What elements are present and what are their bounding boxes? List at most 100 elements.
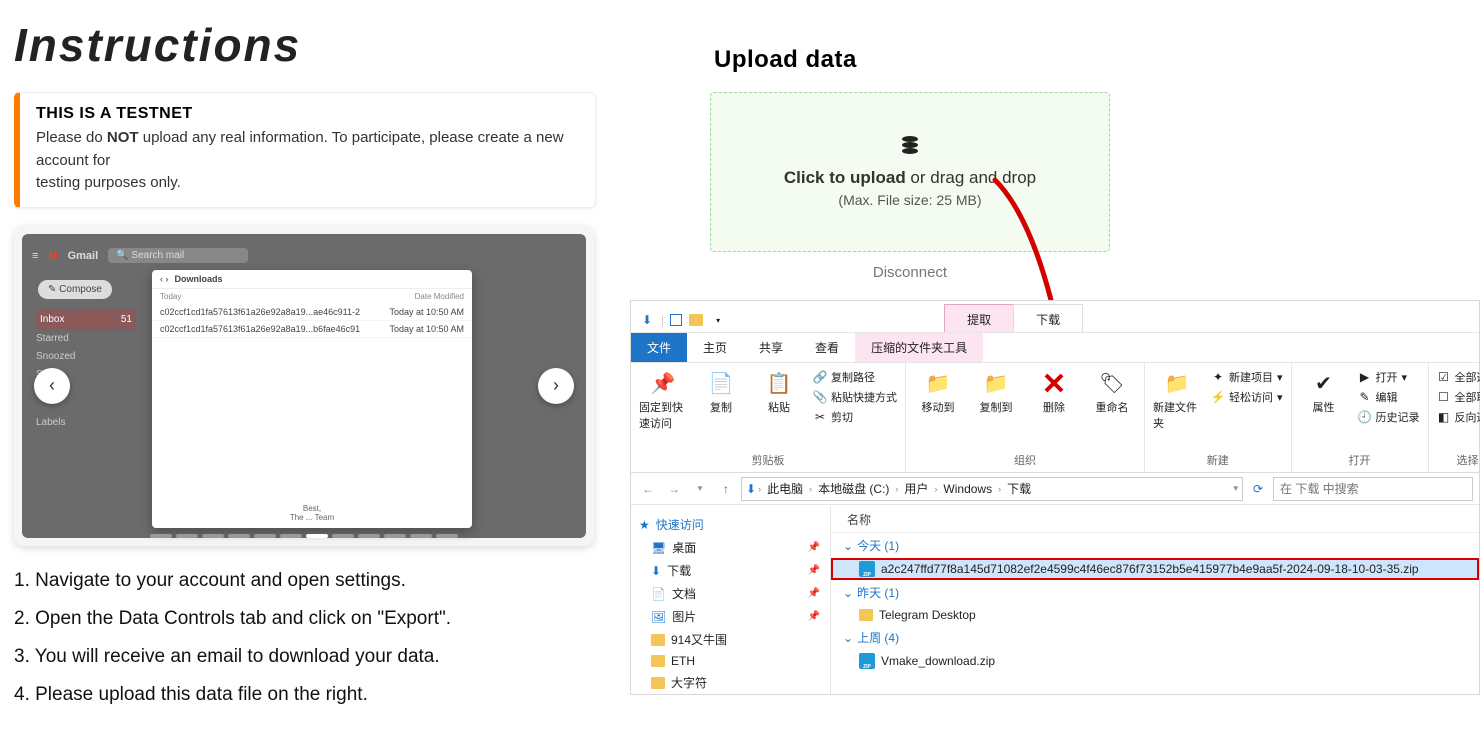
ribbon-select-all[interactable]: ☑全部选择 <box>1437 369 1480 385</box>
ribbon-properties[interactable]: ✔属性 <box>1300 367 1348 415</box>
file-name: Telegram Desktop <box>879 608 976 622</box>
alert-body: Please do NOT upload any real informatio… <box>36 127 579 195</box>
ribbon-new-item[interactable]: ✦新建项目 ▾ <box>1211 369 1283 385</box>
ribbon-cut[interactable]: ✂剪切 <box>813 409 897 425</box>
menu-view[interactable]: 查看 <box>799 333 855 362</box>
ribbon-new-folder[interactable]: 📁新建文件夹 <box>1153 367 1201 431</box>
nav-quick-access[interactable]: ★快速访问 <box>631 513 830 536</box>
explorer-search-input[interactable] <box>1273 477 1473 501</box>
nav-pictures[interactable]: 🖼图片📌 <box>631 605 830 628</box>
menu-share[interactable]: 共享 <box>743 333 799 362</box>
nav-downloads[interactable]: ⬇下载📌 <box>631 559 830 582</box>
ribbon-pin-button[interactable]: 📌固定到快速访问 <box>639 367 687 431</box>
pin-icon: 📌 <box>808 611 820 622</box>
ribbon-group-clipboard: 剪贴板 <box>639 450 897 470</box>
copy-icon: 📄 <box>707 369 735 397</box>
dropzone-limit: (Max. File size: 25 MB) <box>838 192 981 208</box>
crumb-users[interactable]: 用户 <box>900 480 932 497</box>
column-header-name[interactable]: 名称 <box>831 507 1479 533</box>
star-icon: ★ <box>639 518 650 532</box>
chevron-down-icon: ⌄ <box>843 586 853 600</box>
invert-icon: ◧ <box>1437 410 1451 424</box>
nav-folder-3[interactable]: 大字符 <box>631 671 830 694</box>
file-name: Vmake_download.zip <box>881 654 995 668</box>
easy-access-icon: ⚡ <box>1211 390 1225 404</box>
zip-icon <box>859 653 875 669</box>
crumb-windows[interactable]: Windows <box>939 482 996 496</box>
nav-documents[interactable]: 📄文档📌 <box>631 582 830 605</box>
ribbon-group-new: 新建 <box>1153 450 1283 470</box>
select-all-icon: ☑ <box>1437 370 1451 384</box>
nav-folder-eth[interactable]: ETH <box>631 651 830 671</box>
window-title-downloads: 下载 <box>1013 304 1083 332</box>
file-row-selected[interactable]: a2c247ffd77f8a145d71082ef2e4599c4f46ec87… <box>831 558 1479 580</box>
file-name: a2c247ffd77f8a145d71082ef2e4599c4f46ec87… <box>881 562 1419 576</box>
explorer-titlebar: ⬇ | ▾ 提取 下载 <box>631 301 1479 333</box>
file-explorer-window: ⬇ | ▾ 提取 下载 文件 主页 共享 查看 压缩的文件夹工具 📌固定到快速访… <box>630 300 1480 695</box>
properties-icon: ✔ <box>1310 369 1338 397</box>
qat-dropdown-icon[interactable]: ▾ <box>710 312 726 328</box>
ribbon-copy-button[interactable]: 📄复制 <box>697 367 745 415</box>
alert-line2: testing purposes only. <box>36 174 181 191</box>
ribbon-paste-button[interactable]: 📋粘贴 <box>755 367 803 415</box>
checkbox-icon[interactable] <box>670 314 682 326</box>
ribbon-delete[interactable]: 删除 <box>1030 367 1078 415</box>
new-folder-icon: 📁 <box>1163 369 1191 397</box>
instruction-carousel: ≡ M Gmail 🔍 Search mail ✎ Compose Inbox5… <box>14 226 594 546</box>
alert-title: THIS IS A TESTNET <box>36 105 579 123</box>
ribbon-copy-path[interactable]: 🔗复制路径 <box>813 369 897 385</box>
step-1: 1. Navigate to your account and open set… <box>14 570 596 592</box>
breadcrumb-bar[interactable]: ⬇ › 此电脑› 本地磁盘 (C:)› 用户› Windows› 下载 ▾ <box>741 477 1243 501</box>
group-lastweek[interactable]: ⌄上周 (4) <box>831 625 1479 650</box>
refresh-button[interactable]: ⟳ <box>1247 482 1269 496</box>
nav-back-button[interactable]: ← <box>637 478 659 500</box>
open-icon: ▶ <box>1358 370 1372 384</box>
down-arrow-icon: ⬇ <box>746 482 756 496</box>
contextual-tab-extract[interactable]: 提取 <box>944 304 1014 332</box>
file-row[interactable]: Telegram Desktop <box>831 605 1479 625</box>
ribbon-copy-to[interactable]: 📁复制到 <box>972 367 1020 415</box>
folder-icon[interactable] <box>688 312 704 328</box>
ribbon-invert-selection[interactable]: ◧反向选择 <box>1437 409 1480 425</box>
ribbon-edit[interactable]: ✎编辑 <box>1358 389 1420 405</box>
crumb-c-drive[interactable]: 本地磁盘 (C:) <box>814 480 893 497</box>
gmail-logo: Gmail <box>68 250 99 262</box>
carousel-prev-button[interactable]: ‹ <box>34 368 70 404</box>
ribbon-rename[interactable]: 🏷重命名 <box>1088 367 1136 415</box>
menu-compressed-tools[interactable]: 压缩的文件夹工具 <box>855 333 983 362</box>
carousel-next-button[interactable]: › <box>538 368 574 404</box>
ribbon-paste-shortcut[interactable]: 📎粘贴快捷方式 <box>813 389 897 405</box>
pin-icon: 📌 <box>808 542 820 553</box>
ribbon-open[interactable]: ▶打开 ▾ <box>1358 369 1420 385</box>
folder-icon <box>651 634 665 646</box>
ribbon-move-to[interactable]: 📁移动到 <box>914 367 962 415</box>
nav-folder-1[interactable]: 914又牛围 <box>631 628 830 651</box>
disconnect-link[interactable]: Disconnect <box>710 264 1110 281</box>
menu-file[interactable]: 文件 <box>631 333 687 362</box>
carousel-slide: ≡ M Gmail 🔍 Search mail ✎ Compose Inbox5… <box>22 234 586 538</box>
ribbon-select-none[interactable]: ☐全部取消 <box>1437 389 1480 405</box>
crumb-this-pc[interactable]: 此电脑 <box>763 480 807 497</box>
group-today[interactable]: ⌄今天 (1) <box>831 533 1479 558</box>
step-2: 2. Open the Data Controls tab and click … <box>14 608 596 630</box>
new-item-icon: ✦ <box>1211 370 1225 384</box>
ribbon-history[interactable]: 🕘历史记录 <box>1358 409 1420 425</box>
gmail-search: 🔍 Search mail <box>108 248 248 263</box>
ribbon-easy-access[interactable]: ⚡轻松访问 ▾ <box>1211 389 1283 405</box>
carousel-dots[interactable] <box>14 534 594 538</box>
explorer-menubar: 文件 主页 共享 查看 压缩的文件夹工具 <box>631 333 1479 363</box>
nav-desktop[interactable]: 🖥桌面📌 <box>631 536 830 559</box>
page-title: Instructions <box>14 18 596 72</box>
ribbon-group-select: 选择 <box>1437 450 1480 470</box>
group-yesterday[interactable]: ⌄昨天 (1) <box>831 580 1479 605</box>
folder-icon <box>651 677 665 689</box>
nav-forward-button[interactable]: → <box>663 478 685 500</box>
explorer-ribbon: 📌固定到快速访问 📄复制 📋粘贴 🔗复制路径 📎粘贴快捷方式 ✂剪切 剪贴板 📁… <box>631 363 1479 473</box>
upload-dropzone[interactable]: Click to upload or drag and drop (Max. F… <box>710 92 1110 252</box>
crumb-downloads[interactable]: 下载 <box>1003 480 1035 497</box>
nav-up-button[interactable]: ↑ <box>715 478 737 500</box>
down-arrow-icon[interactable]: ⬇ <box>639 312 655 328</box>
menu-home[interactable]: 主页 <box>687 333 743 362</box>
nav-recent-button[interactable]: ▾ <box>689 478 711 500</box>
file-row[interactable]: Vmake_download.zip <box>831 650 1479 672</box>
